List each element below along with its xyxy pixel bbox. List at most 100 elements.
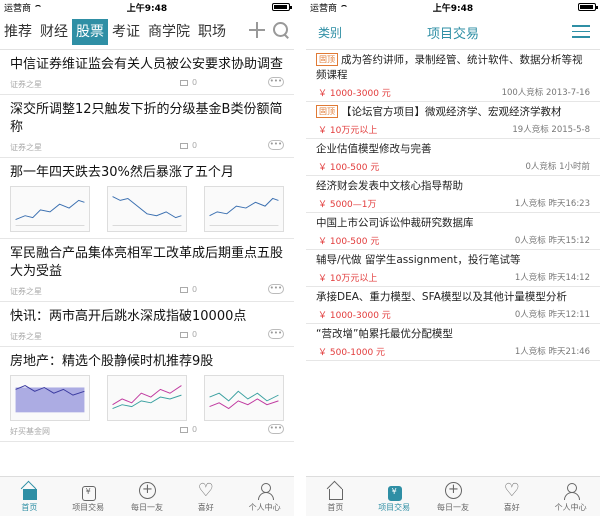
category-tabs: 推荐 财经 股票 考证 商学院 职场 [0,14,294,50]
project-title-text: 辅导/代做 留学生assignment，投行笔试等 [316,254,521,266]
news-app-screen: 运营商 上午9:48 推荐 财经 股票 考证 商学院 职场 中信证券维证监会有关… [0,0,294,516]
project-title-text: 成为答约讲师，录制经管、统计软件、数据分析等视频课程 [316,54,583,81]
more-icon[interactable]: ••• [268,284,284,294]
more-icon[interactable]: ••• [268,424,284,434]
more-icon[interactable]: ••• [268,329,284,339]
project-budget: ￥ 10万元以上 [318,274,378,284]
news-item[interactable]: 中信证券维证监会有关人员被公安要求协助调查 证券之星 0 ••• [0,50,294,95]
more-icon[interactable]: ••• [268,140,284,150]
home-icon [20,482,38,500]
project-budget: ￥ 100-500 元 [318,237,380,247]
project-title: 固顶 【论坛官方项目】微观经济学、宏观经济学教材 [316,105,590,120]
tabbar-projects[interactable]: 项目交易 [59,477,118,516]
news-title: 快讯：两市高开后跳水深成指破10000点 [10,309,247,324]
project-item[interactable]: 固顶 【论坛官方项目】微观经济学、宏观经济学教材 ￥ 10万元以上 19人竞标 201… [306,102,600,139]
add-tab-icon[interactable] [248,21,266,39]
project-title-text: 承接DEA、重力模型、SFA模型以及其他计量模型分析 [316,291,567,303]
project-item[interactable]: 承接DEA、重力模型、SFA模型以及其他计量模型分析 ￥ 1000-3000 元 0… [306,287,600,324]
person-icon [256,482,274,500]
tab-recommend[interactable]: 推荐 [0,19,36,45]
tab-business-school[interactable]: 商学院 [144,19,194,45]
news-title: 军民融合产品集体亮相军工改革成后期重点五股大为受益 [10,246,284,279]
news-title: 深交所调整12只触发下折的分级基金B类份额简称 [10,102,283,135]
comment-count: 0 [180,141,197,150]
news-item[interactable]: 房地产：精选个股静候时机推荐9股 好买基金网 0 ••• [0,347,294,442]
tabbar-favorites[interactable]: 喜好 [482,477,541,516]
project-title-text: “营改增”帕累托最优分配模型 [316,328,453,340]
project-title-text: 中国上市公司诉讼仲裁研究数据库 [316,217,474,229]
news-item[interactable]: 快讯：两市高开后跳水深成指破10000点 证券之星 0 ••• [0,302,294,347]
tab-workplace[interactable]: 职场 [194,19,230,45]
tabbar-home[interactable]: 首页 [0,477,59,516]
project-title: 企业估值模型修改与完善 [316,142,590,157]
project-meta: ￥ 100-500 元 0人竞标 昨天15:12 [316,232,590,247]
bid-info: 0人竞标 昨天15:12 [514,236,590,246]
project-meta: ￥ 5000—1万 1人竞标 昨天16:23 [316,195,590,210]
pinned-badge: 固顶 [316,53,338,66]
project-item[interactable]: “营改增”帕累托最优分配模型 ￥ 500-1000 元 1人竞标 昨天21:46 [306,324,600,361]
pinned-badge: 固顶 [316,105,338,118]
search-icon[interactable] [272,21,290,39]
news-thumbnail-chart [10,375,90,421]
tabbar-daily-friend[interactable]: 每日一友 [424,477,483,516]
news-source: 证券之星 [10,332,42,341]
tab-certification[interactable]: 考证 [108,19,144,45]
project-title: 辅导/代做 留学生assignment，投行笔试等 [316,253,590,268]
status-time: 上午9:48 [432,4,474,14]
tabbar-profile[interactable]: 个人中心 [541,477,600,516]
battery-icon [272,3,292,11]
tabbar-profile[interactable]: 个人中心 [235,477,294,516]
bid-info: 19人竞标 2015-5-8 [512,125,590,135]
tab-finance[interactable]: 财经 [36,19,72,45]
news-meta: 证券之星 0 ••• [10,76,284,90]
news-feed: 中信证券维证监会有关人员被公安要求协助调查 证券之星 0 ••• 深交所调整12… [0,50,294,476]
comment-icon [180,79,188,86]
projects-app-screen: 运营商 上午9:48 类别 项目交易 固顶 成为答约讲师，录制经管、统计软件、数据… [306,0,600,516]
tabbar-favorites[interactable]: 喜好 [176,477,235,516]
news-thumbnail-chart [204,375,284,421]
news-thumbnail-chart [107,186,187,232]
bid-info: 100人竞标 2013-7-16 [501,88,590,98]
project-item[interactable]: 经济财会发表中文核心指导帮助 ￥ 5000—1万 1人竞标 昨天16:23 [306,176,600,213]
page-title: 项目交易 [426,27,479,42]
project-item[interactable]: 固顶 成为答约讲师，录制经管、统计软件、数据分析等视频课程 ￥ 1000-3000 … [306,50,600,102]
news-item[interactable]: 军民融合产品集体亮相军工改革成后期重点五股大为受益 证券之星 0 ••• [0,239,294,302]
tabbar-projects[interactable]: 项目交易 [365,477,424,516]
news-title: 那一年四天跌去30%然后暴涨了五个月 [10,165,234,180]
bid-info: 1人竞标 昨天21:46 [514,347,590,357]
screen-divider [294,0,306,516]
project-meta: ￥ 1000-3000 元 100人竞标 2013-7-16 [316,84,590,99]
news-thumbnail-chart [107,375,187,421]
project-list: 固顶 成为答约讲师，录制经管、统计软件、数据分析等视频课程 ￥ 1000-3000 … [306,50,600,476]
project-item[interactable]: 中国上市公司诉讼仲裁研究数据库 ￥ 100-500 元 0人竞标 昨天15:12 [306,213,600,250]
project-meta: ￥ 100-500 元 0人竞标 1小时前 [316,158,590,173]
news-title: 中信证券维证监会有关人员被公安要求协助调查 [10,57,284,72]
comment-count: 0 [180,285,197,294]
project-title: 承接DEA、重力模型、SFA模型以及其他计量模型分析 [316,290,590,305]
heart-icon [503,480,521,501]
bid-info: 1人竞标 昨天14:12 [514,273,590,283]
project-budget: ￥ 100-500 元 [318,163,380,173]
project-budget: ￥ 500-1000 元 [318,348,386,358]
project-budget: ￥ 10万元以上 [318,126,378,136]
comment-count: 0 [180,78,197,87]
project-item[interactable]: 企业估值模型修改与完善 ￥ 100-500 元 0人竞标 1小时前 [306,139,600,176]
news-item[interactable]: 深交所调整12只触发下折的分级基金B类份额简称 证券之星 0 ••• [0,95,294,158]
project-meta: ￥ 10万元以上 1人竞标 昨天14:12 [316,269,590,284]
list-menu-icon[interactable] [572,25,590,38]
news-meta: 好买基金网 0 ••• [10,423,284,437]
news-source: 证券之星 [10,287,42,296]
battery-fill [580,5,593,9]
more-icon[interactable]: ••• [268,77,284,87]
tabbar-daily-friend[interactable]: 每日一友 [118,477,177,516]
news-item[interactable]: 那一年四天跌去30%然后暴涨了五个月 [0,158,294,239]
project-title: 经济财会发表中文核心指导帮助 [316,179,590,194]
plus-circle-icon [138,482,156,500]
tab-stocks[interactable]: 股票 [72,18,108,45]
project-meta: ￥ 10万元以上 19人竞标 2015-5-8 [316,121,590,136]
tabbar-home[interactable]: 首页 [306,477,365,516]
project-title-text: 经济财会发表中文核心指导帮助 [316,180,463,192]
bid-info: 0人竞标 1小时前 [525,162,590,172]
news-thumbnails [10,375,284,421]
project-item[interactable]: 辅导/代做 留学生assignment，投行笔试等 ￥ 10万元以上 1人竞标 昨天… [306,250,600,287]
